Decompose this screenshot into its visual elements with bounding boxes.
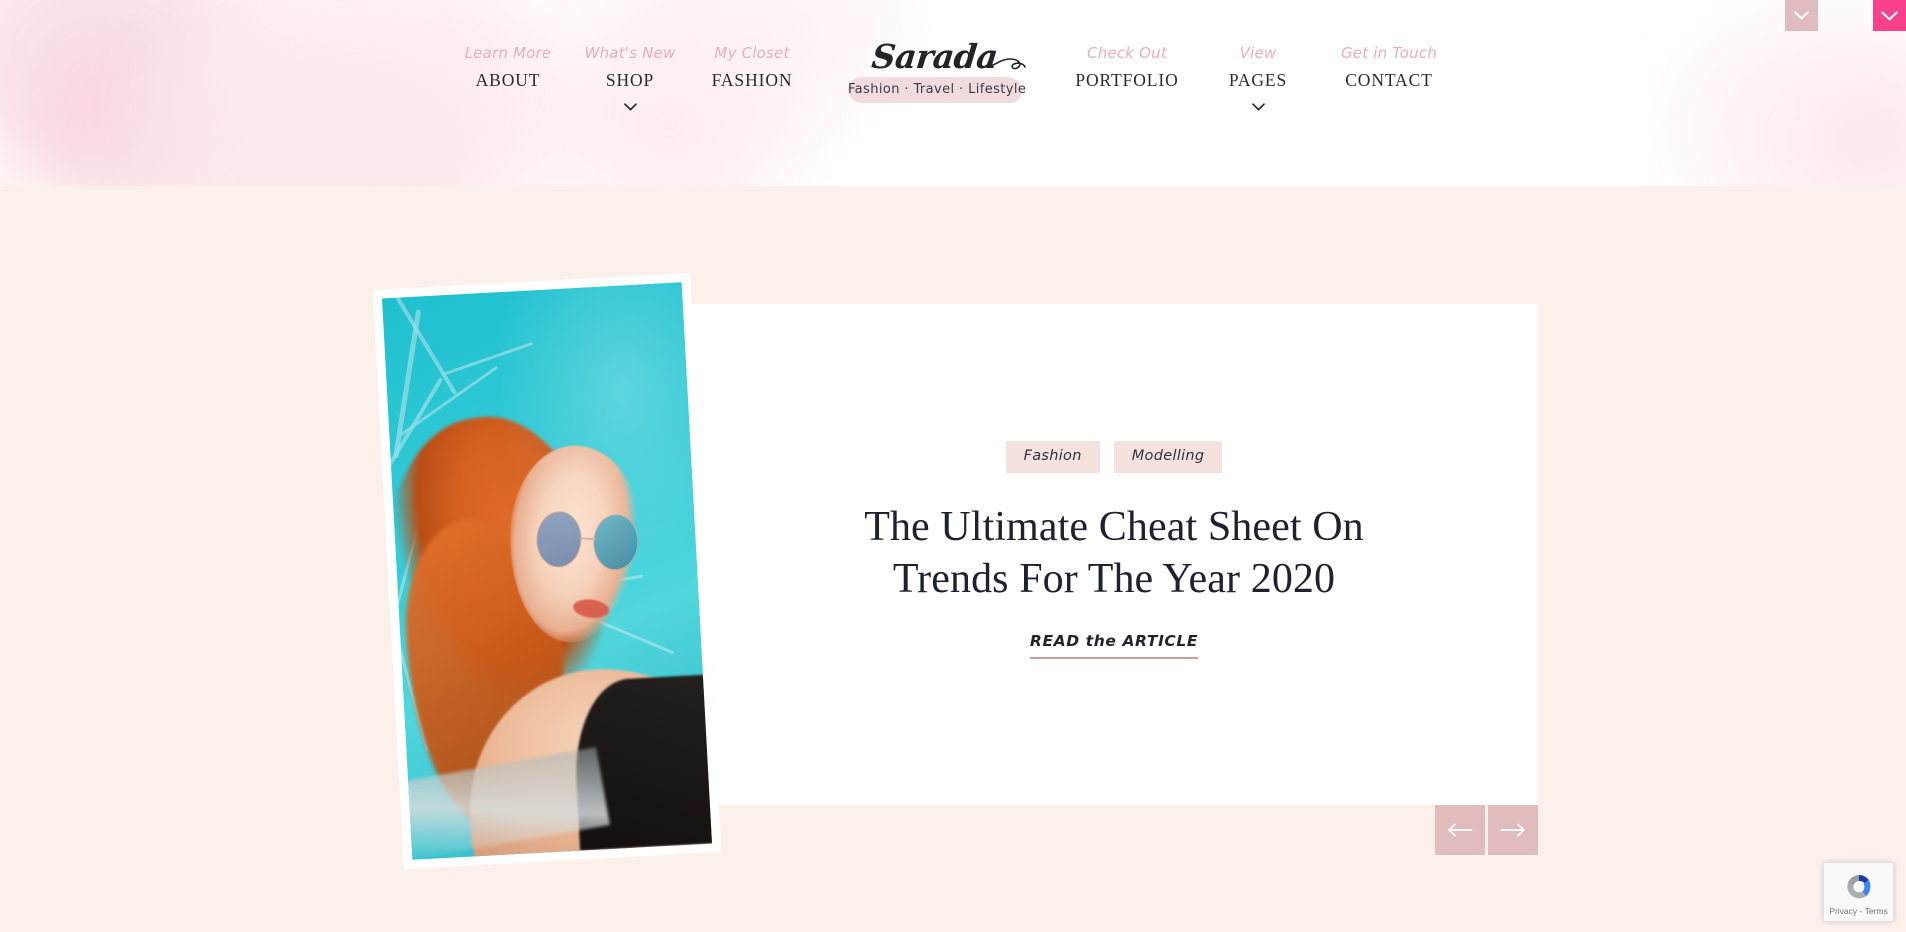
- slider-next-button[interactable]: [1488, 805, 1538, 855]
- recaptcha-badge[interactable]: Privacy - Terms: [1823, 862, 1894, 922]
- nav-item-fashion[interactable]: My Closet FASHION: [691, 0, 813, 90]
- site-header: Learn More ABOUT What's New SHOP My Clos…: [0, 0, 1906, 186]
- site-logo[interactable]: Sarada Fashion · Travel · Lifestyle: [835, 0, 1035, 186]
- top-right-controls: [1785, 0, 1906, 31]
- nav-group-left: Learn More ABOUT What's New SHOP My Clos…: [447, 0, 813, 111]
- scroll-down-button-accent[interactable]: [1873, 0, 1906, 31]
- nav-item-portfolio[interactable]: Check Out PORTFOLIO: [1057, 0, 1197, 90]
- hero-title[interactable]: The Ultimate Cheat Sheet On Trends For T…: [834, 501, 1394, 607]
- hero-content: Fashion Modelling The Ultimate Cheat She…: [690, 304, 1538, 805]
- logo-mark: Sarada Fashion · Travel · Lifestyle: [840, 37, 1030, 103]
- nav-kicker-about: Learn More: [464, 44, 552, 62]
- nav-kicker-shop: What's New: [584, 44, 676, 62]
- nav-item-pages[interactable]: View PAGES: [1197, 0, 1319, 111]
- category-pill-fashion[interactable]: Fashion: [1005, 441, 1100, 473]
- hero-section: Fashion Modelling The Ultimate Cheat She…: [0, 186, 1906, 932]
- read-article-link[interactable]: READ the ARTICLE: [1029, 632, 1199, 660]
- recaptcha-icon: [1842, 870, 1876, 904]
- main-navigation: Learn More ABOUT What's New SHOP My Clos…: [0, 0, 1906, 186]
- logo-swirl-icon: [984, 54, 1026, 81]
- chevron-down-icon[interactable]: [623, 102, 637, 111]
- hero-slider-controls: [1435, 805, 1538, 855]
- chevron-down-icon[interactable]: [1251, 102, 1265, 111]
- arrow-right-icon: [1500, 823, 1526, 837]
- nav-label-contact: CONTACT: [1345, 70, 1433, 90]
- hero-category-list: Fashion Modelling: [1005, 441, 1223, 473]
- recaptcha-privacy-terms: Privacy - Terms: [1829, 906, 1888, 917]
- nav-item-about[interactable]: Learn More ABOUT: [447, 0, 569, 90]
- arrow-left-icon: [1447, 823, 1473, 837]
- chevron-down-icon: [1881, 10, 1898, 21]
- nav-kicker-portfolio: Check Out: [1087, 44, 1167, 62]
- hero-image-canvas: [382, 282, 712, 860]
- scroll-down-button-muted[interactable]: [1785, 0, 1818, 31]
- nav-label-fashion: FASHION: [711, 70, 793, 90]
- page-root: Learn More ABOUT What's New SHOP My Clos…: [0, 0, 1906, 932]
- nav-kicker-fashion: My Closet: [714, 44, 790, 62]
- nav-item-shop[interactable]: What's New SHOP: [569, 0, 691, 111]
- nav-kicker-contact: Get in Touch: [1340, 44, 1438, 62]
- logo-wordmark: Sarada: [870, 37, 1000, 76]
- nav-kicker-pages: View: [1239, 44, 1277, 62]
- nav-label-pages: PAGES: [1228, 70, 1288, 90]
- nav-label-shop: SHOP: [605, 70, 655, 90]
- slider-prev-button[interactable]: [1435, 805, 1485, 855]
- nav-item-contact[interactable]: Get in Touch CONTACT: [1319, 0, 1459, 90]
- chevron-down-icon: [1794, 11, 1809, 20]
- nav-label-portfolio: PORTFOLIO: [1075, 70, 1179, 90]
- nav-label-about: ABOUT: [475, 70, 541, 90]
- hero-featured-image[interactable]: [372, 272, 722, 870]
- nav-group-right: Check Out PORTFOLIO View PAGES Get in To…: [1057, 0, 1459, 111]
- category-pill-modelling[interactable]: Modelling: [1113, 441, 1223, 473]
